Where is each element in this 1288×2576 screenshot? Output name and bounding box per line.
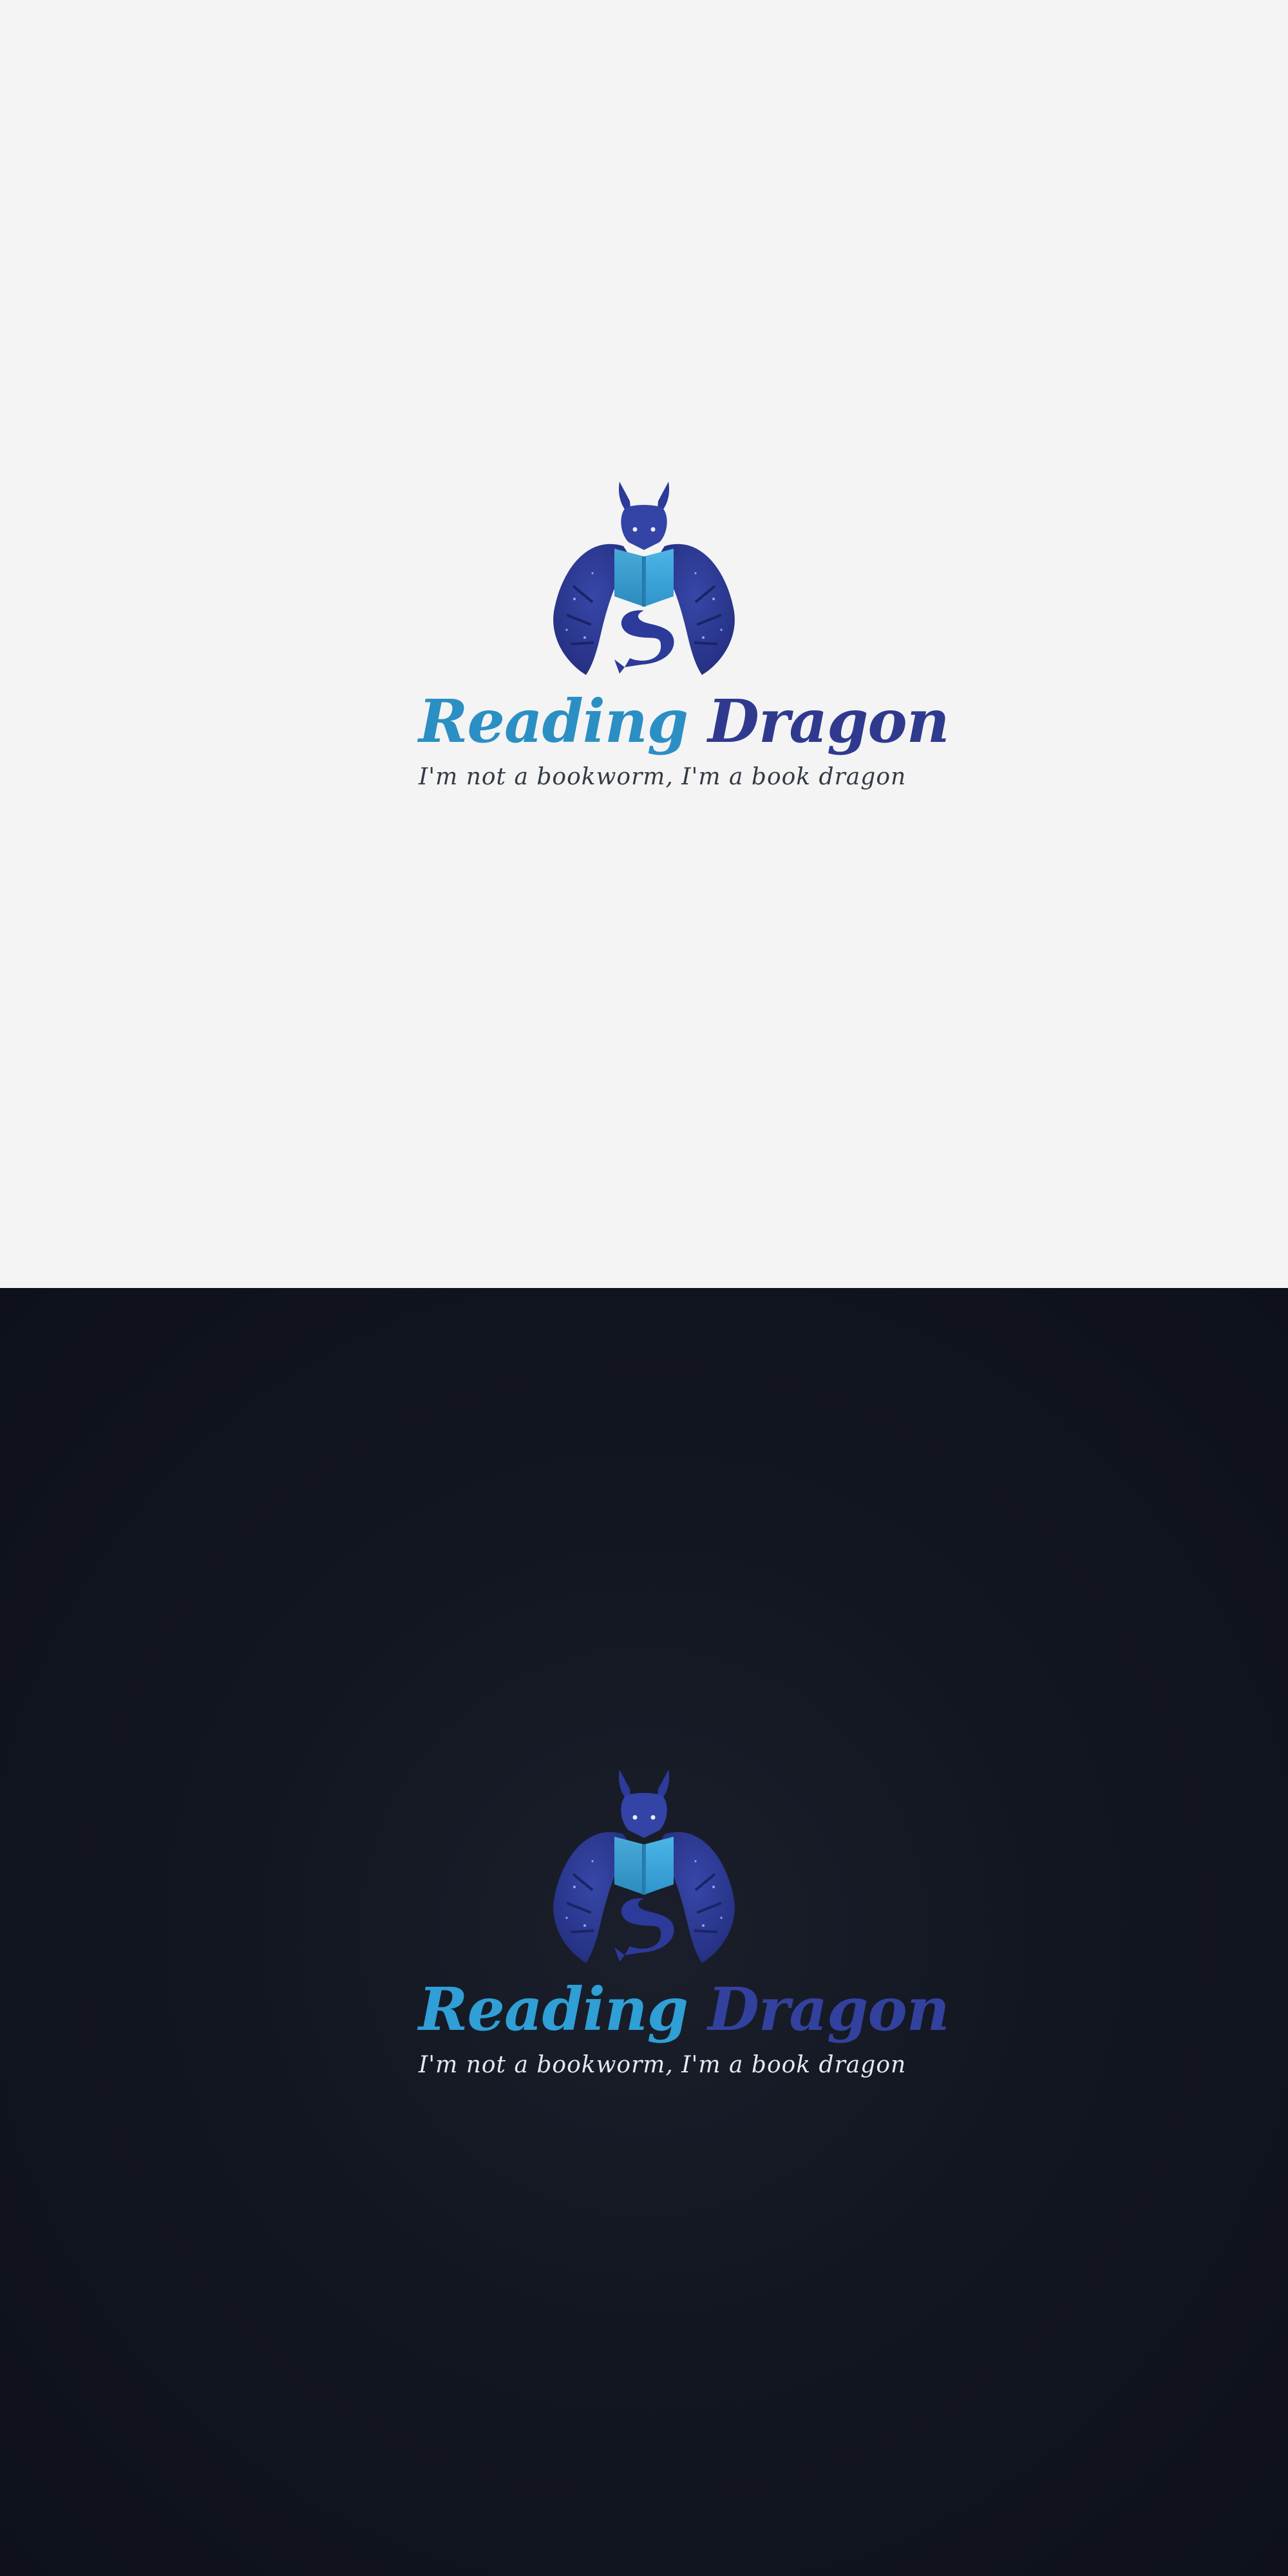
wordmark-word-dragon: Dragon — [708, 1975, 949, 2044]
brand-tagline: I'm not a bookworm, I'm a book dragon — [419, 2052, 907, 2078]
brand-wordmark: Reading Dragon — [419, 1974, 950, 2045]
brand-logo: Reading Dragon I'm not a bookworm, I'm a… — [419, 1758, 950, 2106]
dragon-reading-book-icon — [547, 470, 741, 689]
wordmark-word-reading: Reading — [419, 687, 688, 756]
light-panel: Reading Dragon I'm not a bookworm, I'm a… — [0, 0, 1288, 1288]
wordmark-word-dragon: Dragon — [708, 687, 949, 756]
logo-presentation: Reading Dragon I'm not a bookworm, I'm a… — [0, 0, 1288, 2576]
brand-logo: Reading Dragon I'm not a bookworm, I'm a… — [419, 470, 950, 818]
brand-wordmark: Reading Dragon — [419, 686, 950, 757]
brand-tagline: I'm not a bookworm, I'm a book dragon — [419, 764, 907, 790]
dark-panel: Reading Dragon I'm not a bookworm, I'm a… — [0, 1288, 1288, 2576]
wordmark-word-reading: Reading — [419, 1975, 688, 2044]
dragon-reading-book-icon — [547, 1758, 741, 1977]
